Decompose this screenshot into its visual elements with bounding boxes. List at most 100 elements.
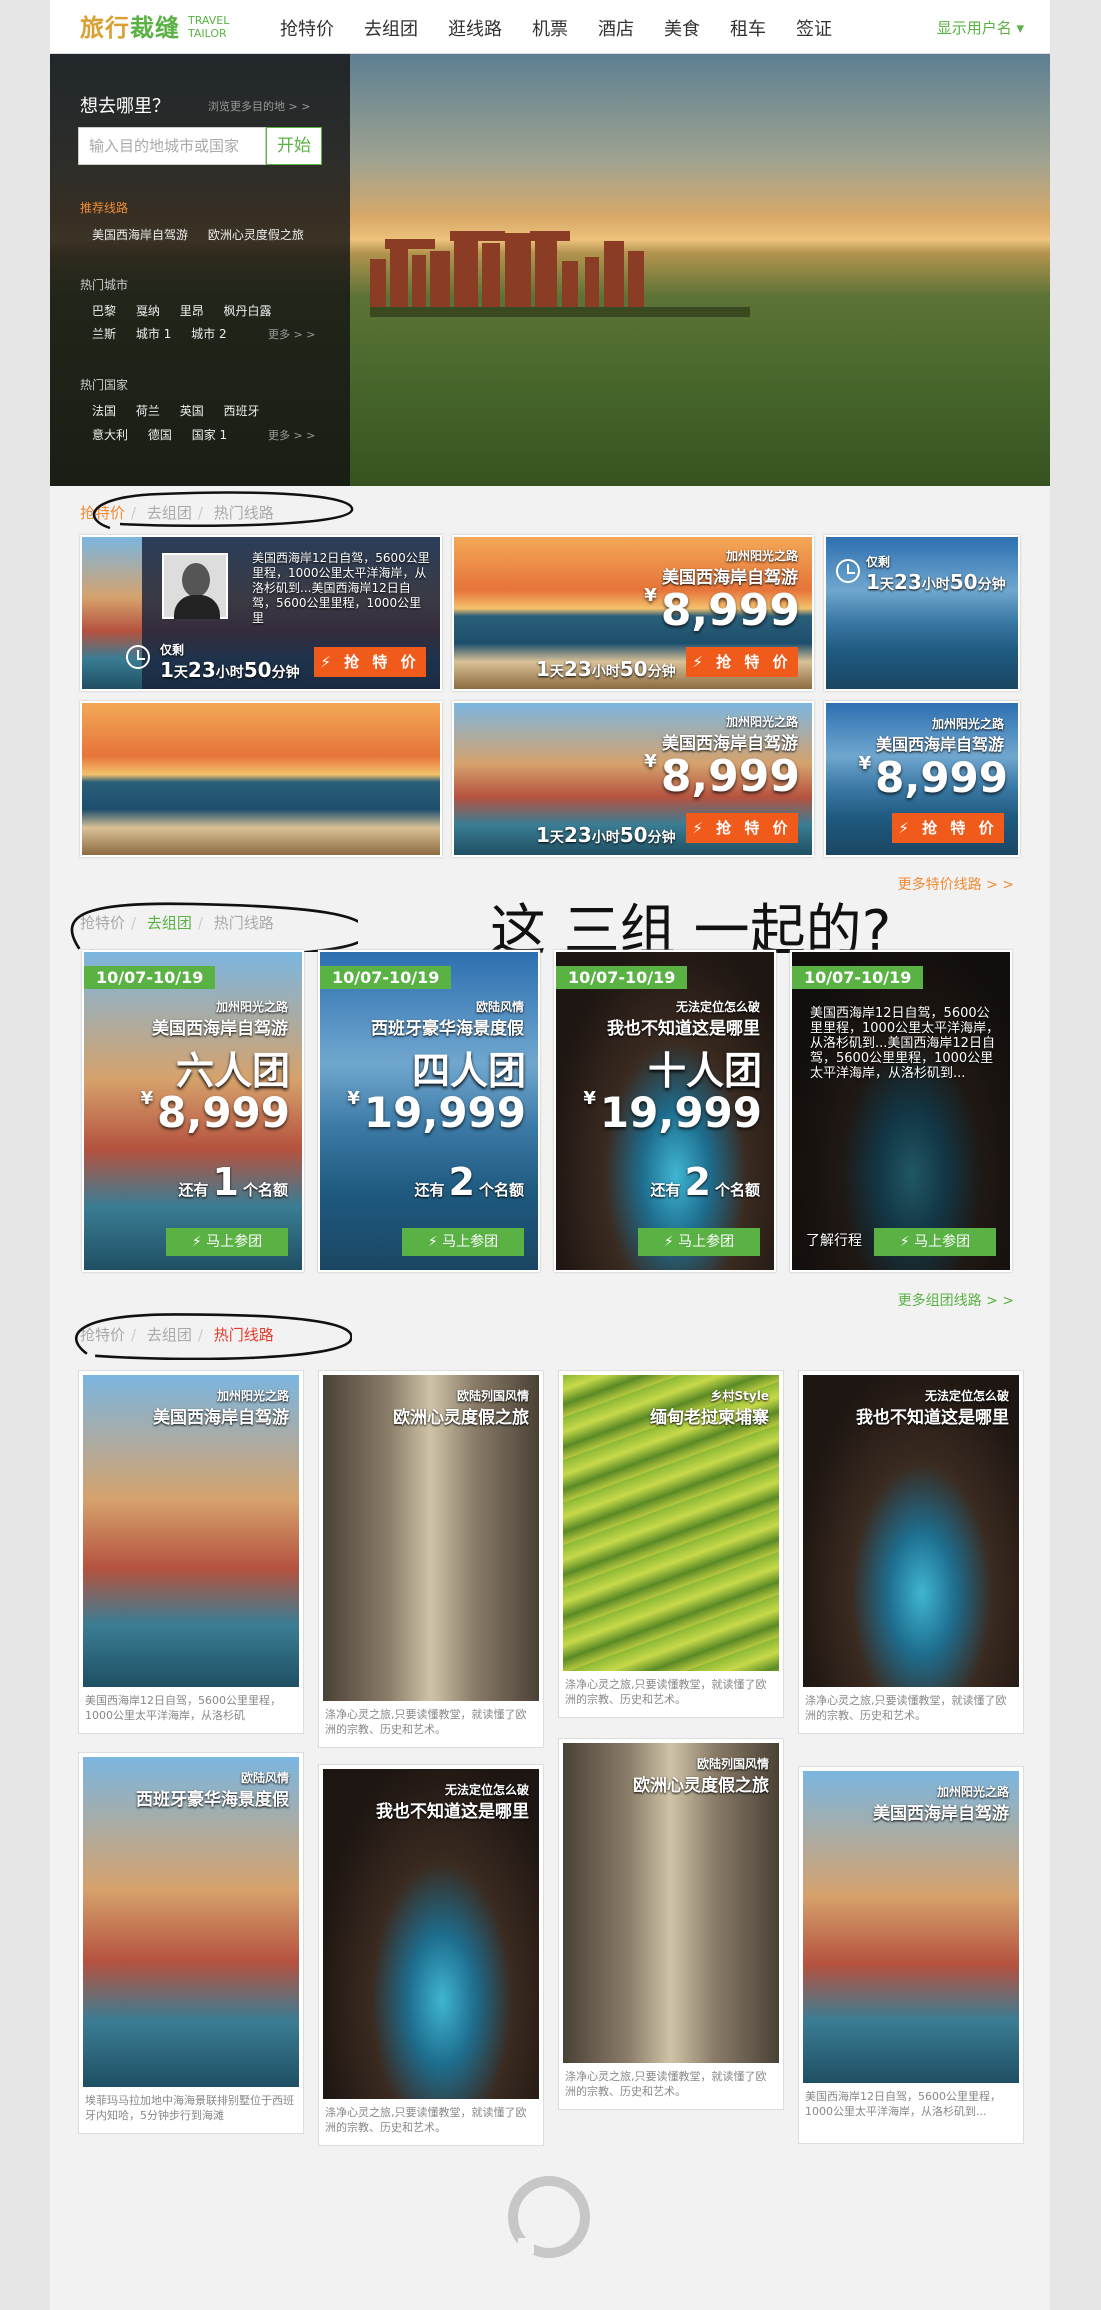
nav-item-hotels[interactable]: 酒店	[598, 15, 634, 41]
cities-more-link[interactable]: 更多 > >	[268, 326, 315, 342]
route-card[interactable]: 无法定位怎么破 我也不知道这是哪里 涤净心灵之旅,只要读懂教堂，就读懂了欧洲的宗…	[798, 1370, 1024, 1734]
tab-deals[interactable]: 抢特价	[80, 504, 125, 522]
deal-card[interactable]	[80, 701, 442, 857]
clock-icon	[836, 559, 860, 583]
recommended-link[interactable]: 美国西海岸自驾游	[92, 228, 188, 242]
deal-card[interactable]: 加州阳光之路 美国西海岸自驾游 ¥8,999 1天23小时50分钟 ⚡ 抢 特 …	[452, 535, 814, 691]
route-card[interactable]: 欧陆列国风情 欧洲心灵度假之旅 涤净心灵之旅,只要读懂教堂，就读懂了欧洲的宗教、…	[318, 1370, 544, 1748]
route-image: 欧陆列国风情 欧洲心灵度假之旅	[323, 1375, 539, 1701]
route-card[interactable]: 欧陆列国风情 欧洲心灵度假之旅 涤净心灵之旅,只要读懂教堂，就读懂了欧洲的宗教、…	[558, 1738, 784, 2110]
route-card[interactable]: 乡村Style 缅甸老挝柬埔寨 涤净心灵之旅,只要读懂教堂，就读懂了欧洲的宗教、…	[558, 1370, 784, 1718]
nav-item-groups[interactable]: 去组团	[364, 15, 418, 41]
portrait-image	[162, 553, 228, 619]
only-label: 仅剩	[160, 643, 185, 657]
logo-en-1: TRAVEL	[188, 14, 230, 27]
group-size: 六人团	[175, 1049, 290, 1093]
grab-deal-button[interactable]: ⚡ 抢 特 价	[314, 647, 426, 677]
more-deals-link[interactable]: 更多特价线路 > >	[898, 874, 1014, 894]
city-link[interactable]: 城市 1	[136, 327, 171, 341]
route-description: 涤净心灵之旅,只要读懂教堂，就读懂了欧洲的宗教、历史和艺术。	[805, 1694, 1007, 1722]
deal-card[interactable]: 加州阳光之路 美国西海岸自驾游 ¥8,999 ⚡ 抢 特 价	[824, 701, 1020, 857]
countdown-timer: 仅剩 1天23小时50分钟	[160, 643, 300, 682]
grab-deal-button[interactable]: ⚡ 抢 特 价	[686, 647, 798, 677]
deal-card[interactable]: 加州阳光之路 美国西海岸自驾游 ¥8,999 1天23小时50分钟 ⚡ 抢 特 …	[452, 701, 814, 857]
group-tag-small: 欧陆风情	[475, 1000, 524, 1014]
deal-card[interactable]: 美国西海岸12日自驾，5600公里里程，1000公里太平洋海岸，从洛杉矶到...…	[80, 535, 442, 691]
countries-more-link[interactable]: 更多 > >	[268, 427, 315, 443]
countdown-timer: 1天23小时50分钟	[536, 823, 676, 847]
group-card[interactable]: 10/07-10/19 加州阳光之路 美国西海岸自驾游 六人团 ¥8,999 还…	[82, 950, 304, 1272]
destination-search-input[interactable]: 输入目的地城市或国家	[78, 127, 266, 165]
join-group-button[interactable]: ⚡ 马上参团	[402, 1228, 524, 1256]
country-link[interactable]: 英国	[180, 404, 204, 418]
nav-item-deals[interactable]: 抢特价	[280, 15, 334, 41]
group-card[interactable]: 10/07-10/19 美国西海岸12日自驾，5600公里里程，1000公里太平…	[790, 950, 1012, 1272]
deal-card[interactable]: 仅剩 1天23小时50分钟	[824, 535, 1020, 691]
deal-price: ¥8,999	[644, 585, 800, 636]
group-size: 四人团	[411, 1049, 526, 1093]
country-link[interactable]: 德国	[148, 428, 172, 442]
destination-question: 想去哪里？	[80, 96, 170, 117]
tab-routes[interactable]: 热门线路	[214, 914, 274, 932]
route-description: 美国西海岸12日自驾，5600公里里程，1000公里太平洋海岸，从洛杉矶到...	[805, 2090, 1001, 2118]
city-link[interactable]: 里昂	[180, 304, 204, 318]
deal-price: ¥8,999	[858, 753, 1008, 802]
user-menu[interactable]: 显示用户名 ▾	[937, 17, 1024, 38]
group-tag-big: 我也不知道这是哪里	[607, 1019, 760, 1039]
tab-groups[interactable]: 去组团	[147, 1326, 192, 1344]
city-link[interactable]: 巴黎	[92, 304, 116, 318]
city-link[interactable]: 枫丹白露	[224, 304, 272, 318]
city-link[interactable]: 兰斯	[92, 327, 116, 341]
group-card[interactable]: 10/07-10/19 欧陆风情 西班牙豪华海景度假 四人团 ¥19,999 还…	[318, 950, 540, 1272]
route-card[interactable]: 加州阳光之路 美国西海岸自驾游 美国西海岸12日自驾，5600公里里程，1000…	[78, 1370, 304, 1734]
recommended-link[interactable]: 欧洲心灵度假之旅	[208, 228, 304, 242]
nav-item-routes[interactable]: 逛线路	[448, 15, 502, 41]
view-itinerary-link[interactable]: 了解行程	[806, 1230, 862, 1250]
group-card[interactable]: 10/07-10/19 无法定位怎么破 我也不知道这是哪里 十人团 ¥19,99…	[554, 950, 776, 1272]
nav-item-food[interactable]: 美食	[664, 15, 700, 41]
hot-cities-row: 巴黎 戛纳 里昂 枫丹白露	[92, 302, 288, 319]
group-spots-left: 还有 2 个名额	[414, 1160, 524, 1204]
main-menu: 抢特价 去组团 逛线路 机票 酒店 美食 租车 签证	[280, 15, 862, 41]
browse-more-link[interactable]: 浏览更多目的地 > >	[208, 98, 310, 114]
tab-routes[interactable]: 热门线路	[214, 504, 274, 522]
route-image: 无法定位怎么破 我也不知道这是哪里	[323, 1769, 539, 2099]
join-group-button[interactable]: ⚡ 马上参团	[874, 1228, 996, 1256]
group-size: 十人团	[647, 1049, 762, 1093]
route-card[interactable]: 无法定位怎么破 我也不知道这是哪里 涤净心灵之旅,只要读懂教堂，就读懂了欧洲的宗…	[318, 1764, 544, 2146]
tab-groups[interactable]: 去组团	[147, 914, 192, 932]
deal-description: 美国西海岸12日自驾，5600公里里程，1000公里太平洋海岸，从洛杉矶到...…	[252, 551, 430, 625]
hot-countries-label: 热门国家	[80, 378, 129, 392]
route-card[interactable]: 欧陆风情 西班牙豪华海景度假 埃菲玛马拉加地中海海景联排别墅位于西班牙内知哈，5…	[78, 1752, 304, 2134]
countdown-timer: 1天23小时50分钟	[536, 657, 676, 681]
route-card[interactable]: 加州阳光之路 美国西海岸自驾游 美国西海岸12日自驾，5600公里里程，1000…	[798, 1766, 1024, 2144]
country-link[interactable]: 国家 1	[192, 428, 227, 442]
logo[interactable]: 旅行裁缝 TRAVEL TAILOR	[80, 8, 229, 43]
deal-tag-small: 加州阳光之路	[931, 717, 1004, 731]
join-group-button[interactable]: ⚡ 马上参团	[166, 1228, 288, 1256]
city-link[interactable]: 戛纳	[136, 304, 160, 318]
country-link[interactable]: 意大利	[92, 428, 128, 442]
nav-item-flights[interactable]: 机票	[532, 15, 568, 41]
more-groups-link[interactable]: 更多组团线路 > >	[898, 1290, 1014, 1310]
group-price: ¥8,999	[140, 1088, 290, 1137]
nav-item-visa[interactable]: 签证	[796, 15, 832, 41]
group-price: ¥19,999	[583, 1088, 762, 1137]
tab-deals[interactable]: 抢特价	[80, 1326, 125, 1344]
route-image: 加州阳光之路 美国西海岸自驾游	[83, 1375, 299, 1687]
search-start-button[interactable]: 开始	[266, 127, 322, 165]
join-group-button[interactable]: ⚡ 马上参团	[638, 1228, 760, 1256]
country-link[interactable]: 荷兰	[136, 404, 160, 418]
tab-routes[interactable]: 热门线路	[214, 1326, 274, 1344]
country-link[interactable]: 法国	[92, 404, 116, 418]
grab-deal-button[interactable]: ⚡ 抢 特 价	[892, 813, 1004, 843]
tab-groups[interactable]: 去组团	[147, 504, 192, 522]
grab-deal-button[interactable]: ⚡ 抢 特 价	[686, 813, 798, 843]
route-image: 乡村Style 缅甸老挝柬埔寨	[563, 1375, 779, 1671]
route-description: 涤净心灵之旅,只要读懂教堂，就读懂了欧洲的宗教、历史和艺术。	[325, 1708, 527, 1736]
tab-deals[interactable]: 抢特价	[80, 914, 125, 932]
nav-item-car[interactable]: 租车	[730, 15, 766, 41]
country-link[interactable]: 西班牙	[224, 404, 260, 418]
city-link[interactable]: 城市 2	[191, 327, 226, 341]
recommended-label: 推荐线路	[80, 201, 129, 215]
